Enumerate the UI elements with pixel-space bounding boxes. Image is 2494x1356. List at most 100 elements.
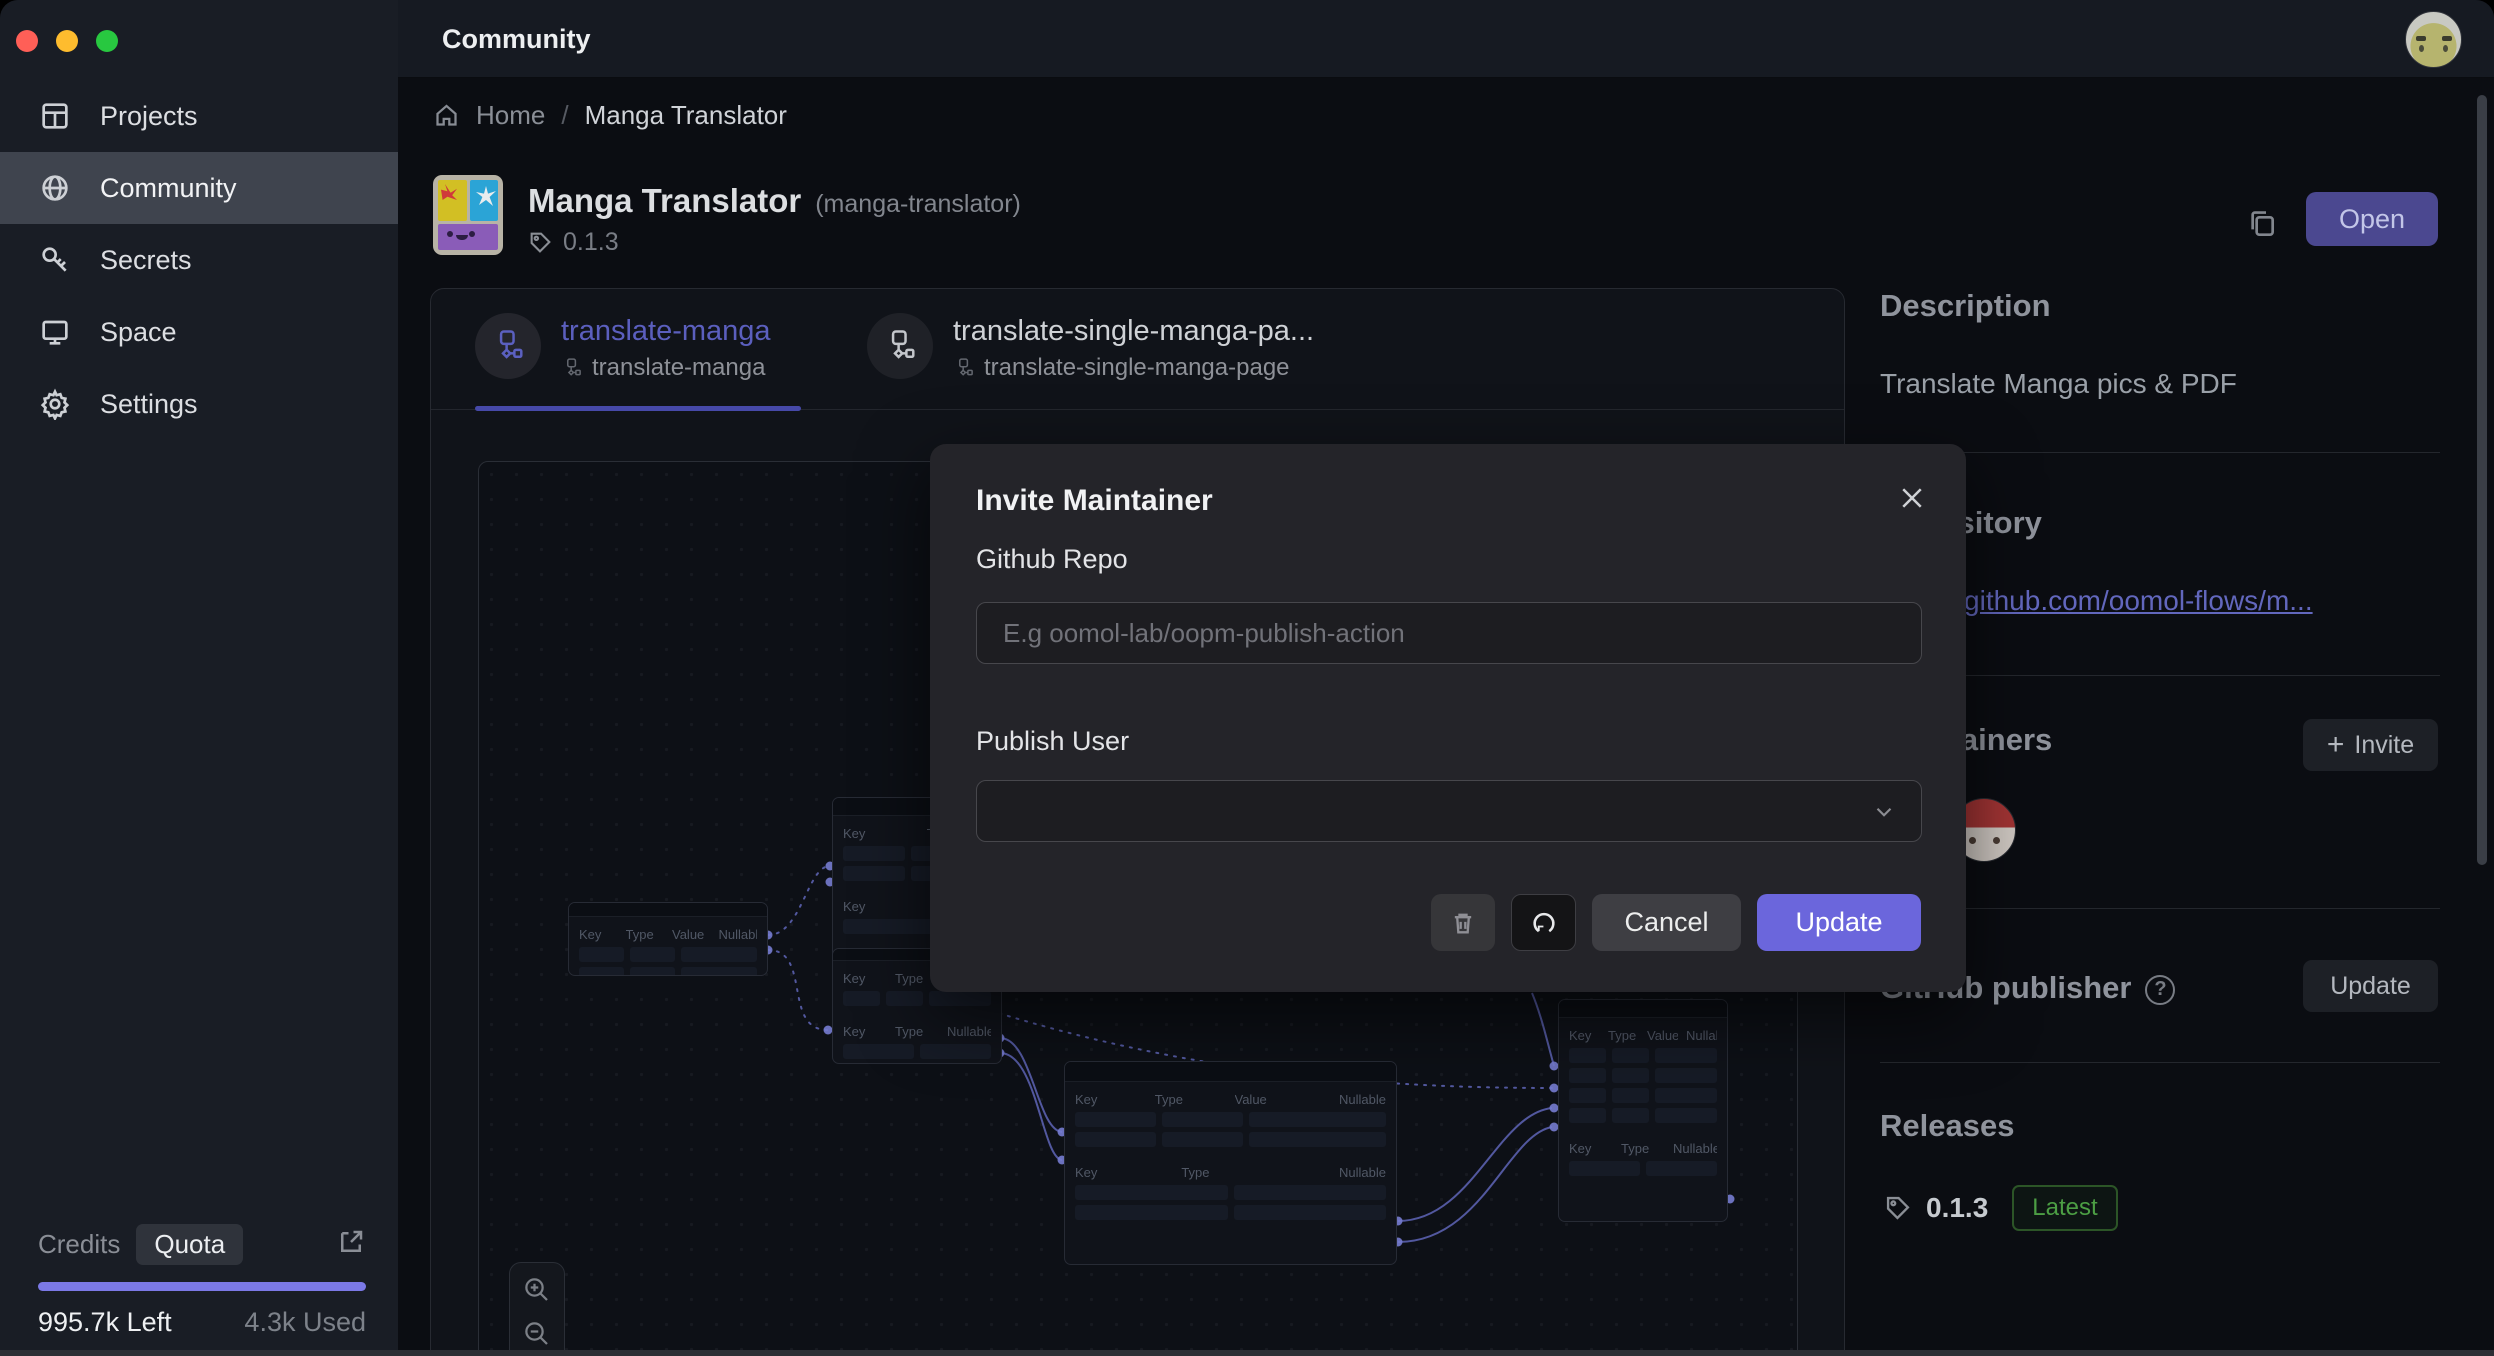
project-title: Manga Translator [528,182,801,220]
canvas-zoom-toolbar [509,1262,565,1356]
monitor-icon [38,315,72,349]
divider [1880,1062,2440,1063]
tab-title: translate-manga [561,315,771,348]
github-repo-label: Github Repo [976,544,1128,575]
sidebar-item-label: Community [100,173,237,204]
active-tab-underline [475,406,801,411]
refresh-icon [1530,909,1558,937]
sidebar-item-label: Projects [100,101,198,132]
credits-used: 4.3k Used [244,1307,366,1338]
sidebar-item-projects[interactable]: Projects [0,80,398,152]
flow-node[interactable]: Key Type Value Nullable Key Type Nullable [1558,999,1728,1222]
sidebar-nav: Projects Community Secrets Space [0,80,398,440]
update-button[interactable]: Update [1757,894,1921,951]
sidebar-item-community[interactable]: Community [0,152,398,224]
user-avatar[interactable] [2405,11,2462,68]
column-label: Key [1569,1028,1600,1043]
refresh-button[interactable] [1511,894,1576,951]
column-label: Nullable [1314,1092,1386,1107]
quota-tab[interactable]: Quota [136,1224,243,1265]
column-label: Nullable [1673,1141,1717,1156]
page-title: Community [442,0,591,78]
column-label: Type [1608,1028,1639,1043]
description-heading: Description [1880,288,2051,324]
flow-node[interactable]: Key Type Value Nullable [568,902,768,976]
window-controls [16,30,118,52]
column-label: Type [1155,1092,1227,1107]
zoom-out-icon[interactable] [522,1319,552,1349]
column-label: Nullable [719,927,758,942]
project-version: 0.1.3 [563,228,619,257]
column-label: Type [1621,1141,1665,1156]
column-label: Value [672,927,711,942]
credits-progress-bar [38,1282,366,1291]
publish-user-label: Publish User [976,726,1129,757]
flow-node-header [1065,1062,1396,1082]
tag-icon [1884,1194,1912,1222]
question-icon[interactable]: ? [2145,975,2175,1005]
publisher-update-button[interactable]: Update [2303,960,2438,1012]
column-label: Type [626,927,665,942]
column-label: Key [579,927,618,942]
sidebar-item-label: Secrets [100,245,192,276]
releases-heading: Releases [1880,1108,2014,1144]
column-label: Value [1235,1092,1307,1107]
breadcrumb: Home / Manga Translator [433,100,787,131]
credits-left: 995.7k Left [38,1307,172,1338]
column-label: Nullable [1288,1165,1386,1180]
flow-tabs: translate-manga translate-manga translat… [431,289,1844,410]
tab-subtitle: translate-manga [592,354,765,382]
latest-badge: Latest [2012,1185,2117,1231]
plus-icon: + [2327,730,2345,760]
sidebar-item-settings[interactable]: Settings [0,368,398,440]
sidebar-item-secrets[interactable]: Secrets [0,224,398,296]
release-version: 0.1.3 [1926,1192,1988,1224]
column-label: Nullable [1686,1028,1717,1043]
gear-icon [38,387,72,421]
breadcrumb-separator: / [561,100,568,131]
release-item: 0.1.3 Latest [1884,1185,2118,1231]
column-label: Key [843,826,919,841]
zoom-in-icon[interactable] [522,1275,552,1305]
publish-user-select[interactable] [976,780,1922,842]
column-label: Key [843,971,887,986]
flow-icon [867,313,933,379]
column-label: Key [1569,1141,1613,1156]
home-icon[interactable] [433,102,460,129]
cancel-button[interactable]: Cancel [1592,894,1741,951]
external-link-icon[interactable] [336,1227,366,1262]
invite-button[interactable]: + Invite [2303,719,2438,771]
breadcrumb-current: Manga Translator [585,100,787,131]
project-icon [433,175,503,255]
flow-node[interactable]: KeyTypeValueNullableKeyTypeNullable [1064,1061,1397,1265]
tab-translate-manga[interactable]: translate-manga translate-manga [475,313,771,382]
globe-icon [38,171,72,205]
copy-icon[interactable] [2243,205,2281,243]
chevron-down-icon [1871,799,1897,830]
column-label: Key [843,1024,887,1039]
minimize-window-button[interactable] [56,30,78,52]
delete-button[interactable] [1431,894,1495,951]
scrollbar-thumb[interactable] [2477,95,2487,865]
tab-translate-single-manga-page[interactable]: translate-single-manga-pa... translate-s… [867,313,1314,382]
github-repo-input[interactable] [976,602,1922,664]
tab-title: translate-single-manga-pa... [953,315,1314,348]
open-button[interactable]: Open [2306,192,2438,246]
credits-label: Credits [38,1229,120,1260]
close-window-button[interactable] [16,30,38,52]
flow-icon [475,313,541,379]
column-label: Nullable [947,1024,991,1039]
description-text: Translate Manga pics & PDF [1880,368,2237,400]
column-label: Key [1075,1092,1147,1107]
credits-panel: Credits Quota 995.7k Left 4.3k Used [0,1222,398,1338]
breadcrumb-home[interactable]: Home [476,100,545,131]
tag-icon [528,230,553,255]
close-icon[interactable] [1894,480,1930,516]
flow-node-header [569,903,767,917]
column-label: Type [1181,1165,1279,1180]
project-slug: (manga-translator) [815,190,1021,219]
invite-maintainer-modal: Invite Maintainer Github Repo Publish Us… [930,444,1966,992]
column-label: Value [1647,1028,1678,1043]
zoom-window-button[interactable] [96,30,118,52]
sidebar-item-space[interactable]: Space [0,296,398,368]
